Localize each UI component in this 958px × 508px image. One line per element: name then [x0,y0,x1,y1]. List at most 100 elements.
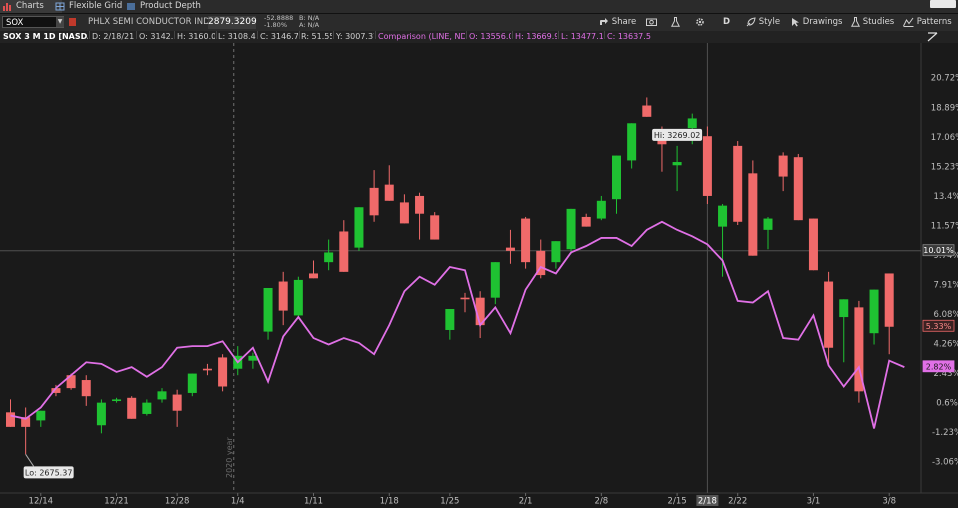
flag-icon[interactable] [69,18,76,26]
x-tick-label: 1/18 [380,497,399,507]
style-label: Style [758,17,781,27]
candle-up [187,373,197,393]
tab-bar: Charts Flexible Grid Product Depth [0,0,958,14]
share-button[interactable]: Share [599,16,636,29]
tab-product-depth[interactable]: Product Depth [124,0,201,13]
y-tick-label: 20.72% [931,74,958,84]
window-control-button[interactable] [930,0,956,8]
y-tick-label: -1.23% [932,428,958,438]
timeframe-button[interactable]: D [723,16,730,29]
info-y: Y: 3007.37 [336,32,374,41]
tab-label: Product Depth [140,1,201,11]
candle-up [445,308,455,330]
tab-flexible-grid[interactable]: Flexible Grid [53,0,122,13]
candle-down [581,216,591,227]
candle-down [415,195,425,214]
chart-background [0,43,958,508]
studies-label: Studies [862,17,895,27]
candle-down [521,218,531,263]
studies-flask-icon [850,16,861,27]
y-tick-label: 17.06% [931,133,958,143]
studies-button[interactable]: Studies [850,16,895,29]
y-tick-label: 6.08% [933,310,958,320]
candle-up [490,262,500,298]
x-tick-label: 2/8 [595,497,609,507]
candle-up [612,155,621,200]
candle-up [687,118,697,129]
high-marker-label: Hi: 3269.02 [654,131,701,140]
grid-icon [55,2,65,11]
candle-down [733,145,743,222]
expand-chart-icon[interactable] [927,32,938,42]
candle-down [460,297,470,300]
symbol-input[interactable]: SOX [2,16,64,28]
info-open: O: 3142.24 [139,32,173,41]
candle-down [793,157,803,221]
y-tick-label: -3.06% [932,458,958,468]
ask-value: A: N/A [299,21,320,29]
cursor-icon [792,17,799,26]
x-tick-label: 12/28 [165,497,190,507]
flask-icon [670,16,681,27]
info-high: H: 3160.03 [177,32,215,41]
candle-down [778,155,788,177]
candle-up [96,402,106,426]
price-chart[interactable]: 20.72%18.89%17.06%15.23%13.4%11.57%9.74%… [0,43,958,508]
price-badge-label: 5.33% [926,322,952,331]
low-marker-label: Lo: 2675.37 [25,468,73,477]
tab-label: Charts [16,1,44,11]
drawings-label: Drawings [802,17,843,27]
candle-down [884,273,894,327]
patterns-icon [903,17,914,27]
candle-down [824,281,834,348]
candle-up [157,391,167,400]
symbol-dropdown-icon[interactable]: ▼ [56,17,64,27]
comparison-open: O: 13556.02 [469,32,511,41]
patterns-button[interactable]: Patterns [903,16,952,29]
x-tick-label: 1/25 [440,497,459,507]
x-tick-label: 2/1 [519,497,533,507]
candle-down [127,397,137,419]
info-date: D: 2/18/21 [92,32,135,41]
share-label: Share [611,17,637,27]
chart-toolbar: SOX ▼ PHLX SEMI CONDUCTOR INDEX 2879.320… [0,14,958,32]
y-tick-label: 18.89% [931,103,958,113]
candle-down [642,105,652,117]
candle-up [142,402,152,414]
x-tick-label: 2/18 [698,497,717,507]
camera-icon [646,18,657,26]
drawings-button[interactable]: Drawings [791,16,842,29]
candle-up [763,218,773,230]
screenshot-button[interactable] [646,16,657,29]
candle-up [112,399,122,402]
settings-button[interactable] [695,16,705,29]
x-tick-label: 12/14 [29,497,54,507]
x-tick-label: 3/8 [882,497,896,507]
y-tick-label: 11.57% [931,221,958,231]
candle-up [627,123,637,161]
candle-down [702,136,712,196]
x-tick-label: 1/11 [304,497,323,507]
chart-info-bar: SOX 3 M 1D [NASDAQ] D: 2/18/21 O: 3142.2… [0,31,958,43]
candle-down [399,202,409,224]
depth-icon [127,3,135,10]
y-tick-label: 15.23% [931,162,958,172]
candle-down [202,368,212,371]
candle-down [339,231,349,272]
candle-down [218,357,228,387]
comparison-label[interactable]: Comparison (LINE, NDX) [378,31,465,43]
price-badge-label: 10.01% [923,246,954,255]
candle-up [293,279,303,316]
info-range: R: 51.55 [301,32,332,41]
candle-up [566,208,576,250]
chart-title[interactable]: SOX 3 M 1D [NASDAQ] [3,31,88,43]
candle-up [354,207,364,248]
flask-button[interactable] [670,16,681,29]
style-button[interactable]: Style [746,16,780,29]
x-tick-label: 12/21 [104,497,129,507]
symbol-description: PHLX SEMI CONDUCTOR INDEX [88,17,221,27]
change-percent: -1.80% [264,21,287,29]
candle-down [748,173,758,256]
price-badge-label: 2.82% [926,362,952,371]
bar-chart-icon [3,3,11,11]
